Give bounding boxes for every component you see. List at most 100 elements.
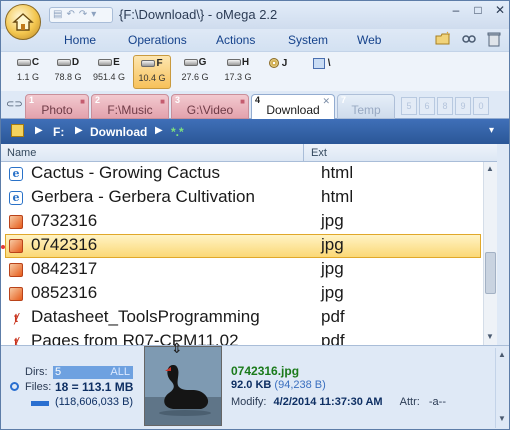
column-header: Name Ext	[1, 144, 497, 162]
list-item[interactable]: ⱦ Pages from R07-CPM11.02 pdf	[5, 330, 481, 345]
image-icon	[9, 287, 23, 301]
tab-video[interactable]: 3 G:\Video ■	[171, 94, 249, 119]
ie-icon: e	[9, 167, 23, 181]
filter-mask[interactable]: *.*	[171, 125, 184, 139]
quick-access-menu-icon[interactable]: ▤	[53, 8, 62, 22]
menu-operations[interactable]: Operations	[128, 33, 187, 47]
list-item-selected[interactable]: 0742316 jpg	[5, 234, 481, 258]
list-item[interactable]: 0732316 jpg	[5, 210, 481, 234]
home-icon	[12, 13, 34, 31]
recycle-bin-icon[interactable]	[487, 31, 501, 47]
new-folder-icon[interactable]	[435, 31, 451, 47]
scroll-up-icon[interactable]: ▲	[486, 164, 494, 173]
dirs-counter[interactable]: 5 ALL	[53, 366, 133, 379]
list-item[interactable]: e Cactus - Growing Cactus html	[5, 162, 481, 186]
files-total: 18 = 113.1 MB	[55, 380, 134, 394]
pdf-icon: ⱦ	[9, 311, 23, 325]
list-item[interactable]: 0842317 jpg	[5, 258, 481, 282]
minimize-button[interactable]: –	[449, 3, 463, 17]
close-button[interactable]: ✕	[493, 3, 507, 17]
quick-access-toolbar: ▤ ↶ ↷ ▾	[49, 7, 113, 23]
menu-home[interactable]: Home	[64, 33, 96, 47]
breadcrumb-drive[interactable]: F:	[53, 125, 64, 139]
network-drive-button[interactable]: \	[313, 58, 331, 69]
hard-drive-icon	[56, 59, 71, 67]
drive-d-button[interactable]: D 78.8 G	[49, 55, 87, 89]
hard-drive-icon	[98, 59, 113, 67]
hard-drive-icon	[226, 59, 241, 67]
scroll-up-icon[interactable]: ▲	[498, 350, 506, 359]
tab-scroll-icon[interactable]: ⊂⊃	[6, 99, 23, 110]
tab-slot[interactable]: 5	[401, 97, 417, 115]
title-bar: ▤ ↶ ↷ ▾ {F:\Download\} - oMega 2.2 – □ ✕	[1, 1, 509, 29]
ie-icon: e	[9, 191, 23, 205]
tab-music[interactable]: 2 F:\Music ■	[91, 94, 169, 119]
redo-icon[interactable]: ↷	[79, 8, 87, 22]
selection-size-bar	[31, 401, 49, 406]
search-icon[interactable]	[10, 382, 19, 391]
app-menu-button[interactable]	[5, 4, 41, 40]
drive-j-button[interactable]: J	[269, 58, 287, 69]
drive-g-button[interactable]: G 27.6 G	[176, 55, 214, 89]
tab-temp[interactable]: 7 Temp	[337, 94, 395, 119]
file-list: e Cactus - Growing Cactus html e Gerbera…	[1, 162, 483, 345]
drive-c-button[interactable]: C 1.1 G	[9, 55, 47, 89]
drive-f-button[interactable]: F 10.4 G	[133, 55, 171, 89]
dirs-label: Dirs:	[25, 366, 48, 378]
lock-icon: ■	[80, 97, 85, 106]
column-ext[interactable]: Ext	[311, 147, 327, 159]
tab-download[interactable]: 4 Download ✕	[251, 94, 335, 120]
tab-slot[interactable]: 0	[473, 97, 489, 115]
column-name[interactable]: Name	[7, 147, 36, 159]
chevron-down-icon[interactable]: ▾	[489, 125, 494, 136]
ribbon-menu: Home Operations Actions System Web	[1, 29, 509, 51]
chevron-right-icon[interactable]: ▶	[155, 125, 163, 136]
window-title: {F:\Download\} - oMega 2.2	[119, 7, 278, 22]
undo-icon[interactable]: ↶	[66, 8, 74, 22]
list-item[interactable]: ⱦ Datasheet_ToolsProgramming pdf	[5, 306, 481, 330]
drive-h-button[interactable]: H 17.3 G	[219, 55, 257, 89]
image-icon	[9, 263, 23, 277]
close-tab-icon[interactable]: ✕	[322, 96, 330, 107]
maximize-button[interactable]: □	[471, 3, 485, 17]
cd-drive-icon	[269, 58, 279, 69]
chevron-right-icon[interactable]: ▶	[75, 125, 83, 136]
files-label: Files:	[25, 381, 52, 393]
folder-tab-bar: ⊂⊃ 1 Photo ■ 2 F:\Music ■ 3 G:\Video ■ 4…	[1, 91, 509, 120]
tab-slot[interactable]: 8	[437, 97, 453, 115]
column-divider[interactable]	[303, 144, 304, 162]
menu-web[interactable]: Web	[357, 33, 381, 47]
file-list-scrollbar[interactable]: ▲ ▼	[483, 162, 497, 345]
breadcrumb-folder[interactable]: Download	[90, 125, 147, 139]
status-panel: Dirs: 5 ALL Files: 18 = 113.1 MB (118,60…	[1, 340, 509, 429]
edit-path-icon[interactable]	[11, 124, 24, 137]
pdf-icon: ⱦ	[9, 335, 23, 345]
list-item[interactable]: e Gerbera - Gerbera Cultivation html	[5, 186, 481, 210]
selected-file-name: 0742316.jpg	[231, 364, 300, 378]
window-controls: – □ ✕	[449, 3, 507, 17]
list-item[interactable]: 0852316 jpg	[5, 282, 481, 306]
tab-slot[interactable]: 6	[419, 97, 435, 115]
network-icon	[313, 58, 325, 69]
image-icon	[9, 215, 23, 229]
resize-cursor-icon: ⇕	[171, 340, 183, 356]
status-scrollbar[interactable]: ▲ ▼	[495, 348, 507, 428]
selection-marker	[1, 245, 5, 249]
chevron-right-icon[interactable]: ▶	[35, 125, 43, 136]
link-icon[interactable]	[461, 31, 477, 47]
drive-e-button[interactable]: E 951.4 G	[90, 55, 128, 89]
dropdown-icon[interactable]: ▾	[91, 8, 96, 22]
tab-photo[interactable]: 1 Photo ■	[25, 94, 89, 119]
scroll-down-icon[interactable]: ▼	[498, 414, 506, 423]
app-window: ▤ ↶ ↷ ▾ {F:\Download\} - oMega 2.2 – □ ✕…	[0, 0, 510, 430]
image-preview	[144, 346, 222, 426]
hard-drive-icon	[141, 60, 156, 68]
files-bytes: (118,606,033 B)	[55, 396, 134, 408]
drive-bar: C 1.1 G D 78.8 G E 951.4 G F 10.4 G G 27…	[1, 51, 509, 91]
menu-actions[interactable]: Actions	[216, 33, 255, 47]
tab-slot[interactable]: 9	[455, 97, 471, 115]
scroll-down-icon[interactable]: ▼	[486, 332, 494, 341]
menu-system[interactable]: System	[288, 33, 328, 47]
lock-icon: ■	[160, 97, 165, 106]
scrollbar-thumb[interactable]	[485, 252, 496, 294]
